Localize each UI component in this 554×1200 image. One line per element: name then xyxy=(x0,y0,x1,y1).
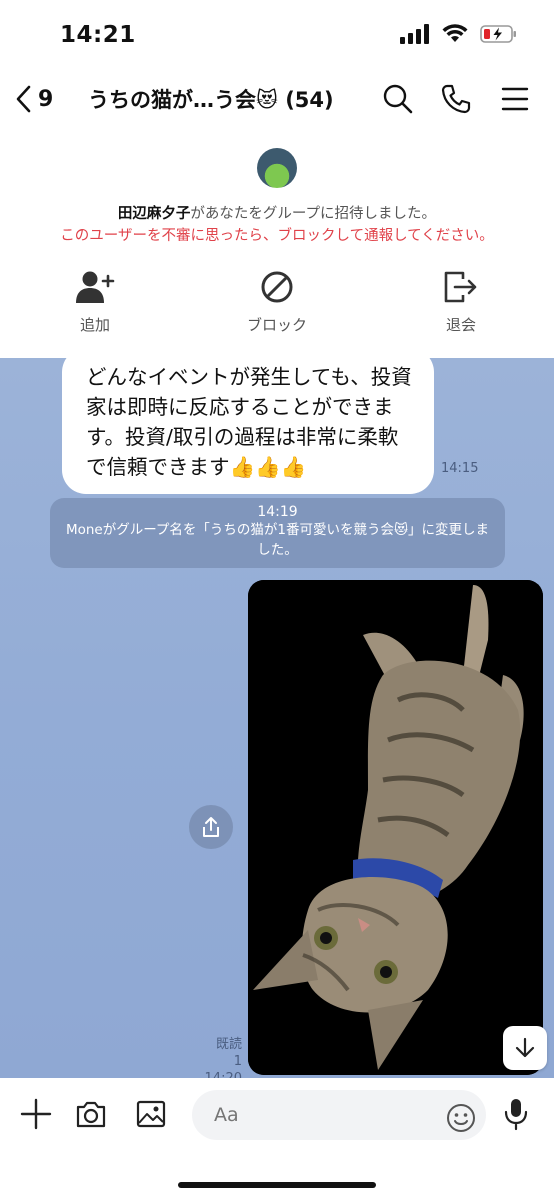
system-message: 14:19 Moneがグループ名を「うちの猫が1番可愛いを競う会😻」に変更しまし… xyxy=(50,498,505,568)
message-input[interactable] xyxy=(192,1090,486,1140)
chat-area[interactable]: どんなイベントが発生しても、投資家は即時に反応することができます。投資/取引の過… xyxy=(0,358,554,1078)
leave-icon xyxy=(444,271,477,303)
chat-title[interactable]: うちの猫が…う会😻 (54) xyxy=(88,84,334,114)
arrow-down-icon xyxy=(515,1037,535,1058)
back-button[interactable]: 9 xyxy=(14,80,53,118)
emoji-icon xyxy=(447,1104,475,1132)
read-label: 既読 1 xyxy=(215,1037,242,1069)
add-friend-button[interactable]: 追加 xyxy=(35,268,155,335)
message-time: 14:15 xyxy=(441,461,479,476)
camera-icon xyxy=(76,1101,106,1128)
photo-message[interactable] xyxy=(248,580,543,1075)
add-user-icon xyxy=(76,271,115,303)
voice-button[interactable] xyxy=(498,1096,534,1132)
system-message-time: 14:19 xyxy=(257,504,298,520)
phone-icon[interactable] xyxy=(439,82,473,116)
menu-icon[interactable] xyxy=(498,82,532,116)
invite-message: 田辺麻夕子があなたをグループに招待しました。 xyxy=(0,202,554,223)
leave-label: 退会 xyxy=(445,316,476,334)
share-button[interactable] xyxy=(189,805,233,849)
unread-count: 9 xyxy=(38,86,54,112)
add-friend-label: 追加 xyxy=(79,316,110,334)
camera-button[interactable] xyxy=(73,1096,109,1132)
input-bar xyxy=(0,1078,554,1200)
leave-button[interactable]: 退会 xyxy=(401,268,521,335)
cat-photo xyxy=(248,580,543,1075)
block-button[interactable]: ブロック xyxy=(217,268,337,335)
system-message-text: Moneがグループ名を「うちの猫が1番可愛いを競う会😻」に変更しました。 xyxy=(65,522,490,558)
chevron-left-icon xyxy=(16,85,31,113)
image-icon xyxy=(136,1100,166,1128)
read-receipt: 既読 1 14:20 xyxy=(204,1036,242,1078)
invite-text: があなたをグループに招待しました。 xyxy=(190,206,437,222)
home-indicator xyxy=(178,1182,376,1188)
search-icon[interactable] xyxy=(381,82,415,116)
invite-warning: このユーザーを不審に思ったら、ブロックして通報してください。 xyxy=(60,228,494,244)
plus-button[interactable] xyxy=(18,1096,54,1132)
chat-header: 9 うちの猫が…う会😻 (54) xyxy=(0,70,554,128)
share-icon xyxy=(203,817,219,837)
inviter-name[interactable]: 田辺麻夕子 xyxy=(118,206,191,222)
status-icons xyxy=(400,24,518,44)
emoji-button[interactable] xyxy=(443,1100,479,1136)
microphone-icon xyxy=(504,1099,528,1131)
block-icon xyxy=(261,271,293,303)
status-time: 14:21 xyxy=(60,22,136,48)
plus-icon xyxy=(20,1098,52,1130)
battery-icon xyxy=(480,25,516,43)
wifi-icon xyxy=(442,24,468,42)
status-bar: 14:21 xyxy=(0,0,554,70)
inviter-avatar[interactable] xyxy=(257,148,297,188)
block-label: ブロック xyxy=(246,316,307,334)
message-bubble[interactable]: どんなイベントが発生しても、投資家は即時に反応することができます。投資/取引の過… xyxy=(62,358,434,494)
photo-time: 14:20 xyxy=(204,1070,242,1078)
gallery-button[interactable] xyxy=(133,1096,169,1132)
invite-panel: 田辺麻夕子があなたをグループに招待しました。 このユーザーを不審に思ったら、ブロ… xyxy=(0,128,554,360)
signal-icon xyxy=(400,24,429,44)
scroll-down-button[interactable] xyxy=(503,1026,547,1070)
